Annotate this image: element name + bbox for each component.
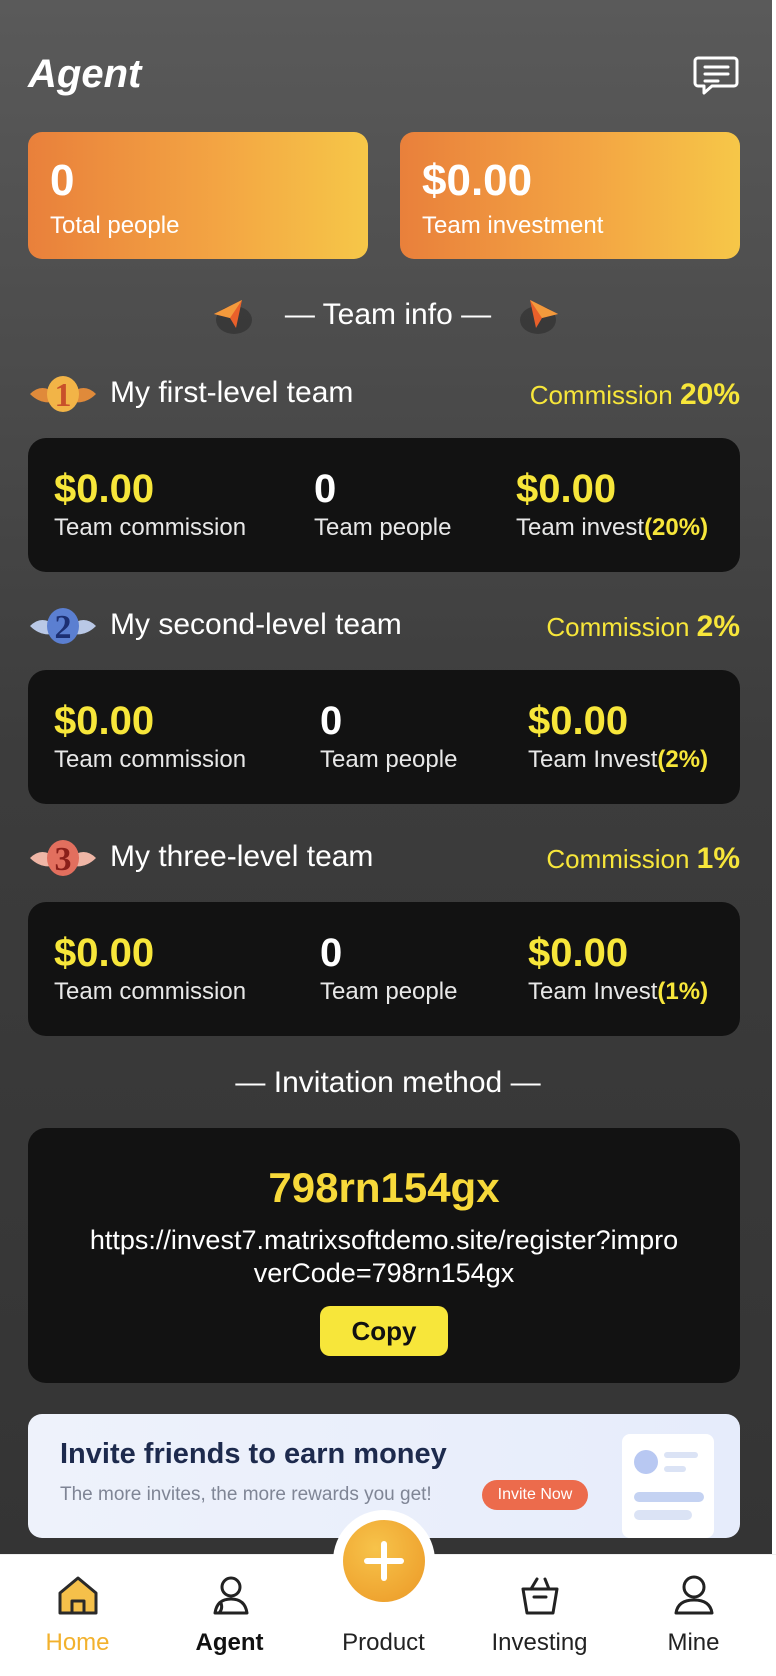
svg-text:2: 2 xyxy=(55,609,72,646)
invitation-card: 798rn154gx https://invest7.matrixsoftdem… xyxy=(28,1128,740,1383)
invite-code: 798rn154gx xyxy=(268,1164,500,1211)
level-2-header: 2 My second-level team Commission 2% xyxy=(28,600,740,652)
level-1-card: $0.00 Team commission 0 Team people $0.0… xyxy=(28,438,740,572)
next-arrow-icon[interactable] xyxy=(514,290,566,342)
level-3-card: $0.00 Team commission 0 Team people $0.0… xyxy=(28,902,740,1036)
level-3-invest-amount: $0.00 xyxy=(528,931,629,975)
team-investment-card: $0.00 Team investment xyxy=(400,132,740,259)
tab-investing[interactable]: Investing xyxy=(462,1555,617,1676)
team-investment-value: $0.00 xyxy=(422,156,533,205)
agent-icon xyxy=(213,1576,249,1615)
level-3-commission: Commission 1% xyxy=(546,842,740,875)
product-fab[interactable] xyxy=(333,1510,435,1612)
level-2-commission-amount: $0.00 xyxy=(54,699,155,743)
level-1-people-count: 0 xyxy=(314,467,337,511)
home-icon xyxy=(58,1576,98,1615)
team-investment-label: Team investment xyxy=(422,212,604,239)
level-1-invest-amount: $0.00 xyxy=(516,467,617,511)
tab-home[interactable]: Home xyxy=(0,1555,155,1676)
tab-product-label: Product xyxy=(342,1629,425,1656)
tab-mine-label: Mine xyxy=(667,1629,720,1656)
level-3-commission-amount: $0.00 xyxy=(54,931,155,975)
invite-now-button[interactable]: Invite Now xyxy=(482,1480,588,1510)
level-3-invest-caption: Team Invest(1%) xyxy=(528,978,709,1005)
level-2-invest-amount: $0.00 xyxy=(528,699,629,743)
level-1-commission-rate: 20% xyxy=(679,378,740,411)
tab-agent-label: Agent xyxy=(195,1629,264,1656)
page-title: Agent xyxy=(28,52,142,96)
level-1-title: My first-level team xyxy=(110,376,354,409)
level-2-invest-caption: Team Invest(2%) xyxy=(528,746,709,773)
tab-agent[interactable]: Agent xyxy=(152,1555,307,1676)
level-2-commission-caption: Team commission xyxy=(54,746,247,773)
level-3-badge-icon: 3 xyxy=(30,840,96,878)
svg-text:3: 3 xyxy=(55,841,72,878)
total-people-card: 0 Total people xyxy=(28,132,368,259)
total-people-label: Total people xyxy=(50,212,180,239)
level-2-title: My second-level team xyxy=(110,608,402,641)
level-1-badge-icon: 1 xyxy=(30,376,96,414)
level-2-badge-icon: 2 xyxy=(30,608,96,646)
level-3-commission-rate: 1% xyxy=(696,842,740,875)
level-3-commission-caption: Team commission xyxy=(54,978,247,1005)
level-1-commission-amount: $0.00 xyxy=(54,467,155,511)
header: Agent xyxy=(0,0,776,120)
level-2-card: $0.00 Team commission 0 Team people $0.0… xyxy=(28,670,740,804)
level-1-commission: Commission 20% xyxy=(529,378,740,411)
level-3-people-count: 0 xyxy=(320,931,343,975)
level-2-commission-rate: 2% xyxy=(696,610,740,643)
invitation-title: — Invitation method — xyxy=(235,1066,541,1099)
level-1-commission-caption: Team commission xyxy=(54,514,247,541)
banner-subtitle: The more invites, the more rewards you g… xyxy=(60,1484,432,1505)
invite-link: https://invest7.matrixsoftdemo.site/regi… xyxy=(89,1225,679,1288)
tab-mine[interactable]: Mine xyxy=(616,1555,771,1676)
level-3-title: My three-level team xyxy=(110,840,374,873)
level-2-people-count: 0 xyxy=(320,699,343,743)
copy-button[interactable]: Copy xyxy=(320,1306,448,1356)
level-2-commission: Commission 2% xyxy=(546,610,740,643)
level-3-people-caption: Team people xyxy=(320,978,458,1005)
message-icon[interactable] xyxy=(692,52,740,100)
banner-title: Invite friends to earn money xyxy=(60,1438,447,1470)
level-2-people-caption: Team people xyxy=(320,746,458,773)
total-people-value: 0 xyxy=(50,156,75,205)
level-1-invest-caption: Team invest(20%) xyxy=(516,514,709,541)
level-3-header: 3 My three-level team Commission 1% xyxy=(28,832,740,884)
person-icon xyxy=(674,1575,714,1615)
team-info-switcher: — Team info — xyxy=(0,290,776,342)
team-info-title: — Team info — xyxy=(284,298,492,331)
product-plus-button[interactable] xyxy=(343,1520,425,1602)
svg-text:1: 1 xyxy=(55,377,72,414)
level-1-header: 1 My first-level team Commission 20% xyxy=(28,368,740,420)
tab-home-label: Home xyxy=(45,1629,110,1656)
tab-investing-label: Investing xyxy=(491,1629,588,1656)
profile-card-illustration-icon xyxy=(622,1434,714,1538)
agent-screen: Agent 0 Total people $0.00 Team investme… xyxy=(0,0,776,1676)
plus-icon xyxy=(364,1541,404,1581)
right-edge xyxy=(772,0,776,1676)
basket-icon xyxy=(521,1577,559,1615)
level-1-people-caption: Team people xyxy=(314,514,452,541)
